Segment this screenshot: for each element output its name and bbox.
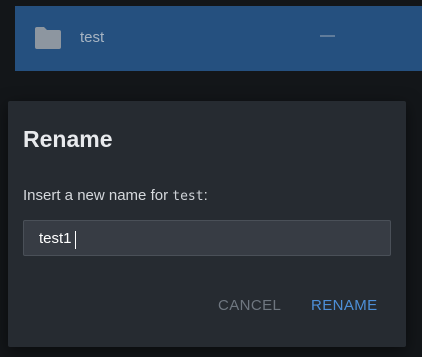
folder-icon bbox=[35, 27, 61, 49]
file-size: — bbox=[320, 27, 335, 44]
rename-dialog: Rename Insert a new name for test: CANCE… bbox=[8, 101, 406, 347]
dialog-title: Rename bbox=[23, 126, 113, 152]
prompt-text: Insert a new name for bbox=[23, 187, 173, 204]
new-name-input[interactable] bbox=[23, 220, 391, 256]
dialog-prompt: Insert a new name for test: bbox=[23, 187, 208, 204]
file-name: test bbox=[80, 29, 105, 46]
file-list-item[interactable]: test — bbox=[15, 6, 422, 71]
cancel-button[interactable]: CANCEL bbox=[218, 295, 281, 315]
rename-button[interactable]: RENAME bbox=[311, 295, 378, 315]
text-caret bbox=[75, 231, 76, 249]
prompt-filename: test bbox=[172, 189, 204, 204]
prompt-colon: : bbox=[203, 187, 208, 204]
